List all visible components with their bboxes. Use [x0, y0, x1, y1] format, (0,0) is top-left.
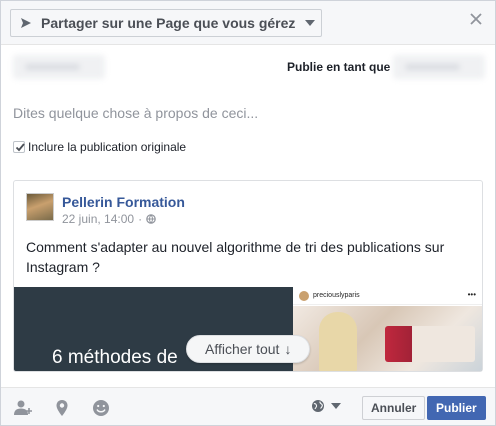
instagram-photo [293, 306, 482, 371]
emoji-icon[interactable] [91, 398, 111, 418]
globe-icon [146, 214, 156, 224]
show-all-button[interactable]: Afficher tout ↓ [186, 335, 311, 363]
dialog-footer: Annuler Publier [1, 387, 495, 425]
chevron-down-icon [331, 403, 341, 409]
chevron-down-icon [305, 20, 316, 26]
tag-people-icon[interactable] [13, 398, 33, 418]
meta-separator: · [138, 212, 143, 226]
media-headline: 6 méthodes de [52, 347, 178, 368]
include-original-checkbox[interactable] [13, 141, 25, 153]
author-avatar[interactable] [26, 193, 54, 221]
arrow-down-icon: ↓ [284, 341, 292, 357]
page-selector-blurred[interactable] [13, 55, 105, 79]
more-options-icon: ••• [467, 290, 476, 299]
close-icon[interactable] [469, 12, 483, 26]
share-target-label: Partager sur une Page que vous gérez [41, 15, 296, 31]
include-original-option[interactable]: Inclure la publication originale [13, 140, 186, 154]
instagram-embed: preciouslyparis ••• [293, 287, 482, 371]
share-arrow-icon [21, 18, 31, 28]
instagram-header: preciouslyparis ••• [293, 287, 482, 305]
show-all-label: Afficher tout [205, 341, 280, 357]
cancel-button[interactable]: Annuler [362, 396, 426, 420]
post-text: Comment s'adapter au nouvel algorithme d… [26, 239, 445, 275]
share-target-dropdown[interactable]: Partager sur une Page que vous gérez [10, 9, 322, 37]
post-meta: 22 juin, 14:00 · [62, 212, 156, 226]
shared-post-card: Pellerin Formation 22 juin, 14:00 · Comm… [13, 180, 483, 372]
publish-button[interactable]: Publier [427, 396, 486, 420]
share-dialog: Partager sur une Page que vous gérez Pub… [0, 0, 496, 426]
checkmark-icon [15, 143, 25, 152]
dialog-header: Partager sur une Page que vous gérez [1, 1, 495, 45]
instagram-avatar [299, 290, 309, 301]
post-author[interactable]: Pellerin Formation [62, 194, 185, 210]
identity-selector-blurred[interactable] [393, 55, 485, 79]
include-original-label: Inclure la publication originale [28, 140, 187, 154]
location-pin-icon[interactable] [52, 398, 72, 418]
post-timestamp[interactable]: 22 juin, 14:00 [62, 212, 134, 226]
composer-input[interactable]: Dites quelque chose à propos de ceci... [13, 105, 258, 121]
globe-icon [312, 400, 324, 412]
publish-as-label: Publie en tant que [287, 60, 391, 74]
audience-selector[interactable] [311, 399, 341, 413]
instagram-username: preciouslyparis [313, 292, 360, 299]
